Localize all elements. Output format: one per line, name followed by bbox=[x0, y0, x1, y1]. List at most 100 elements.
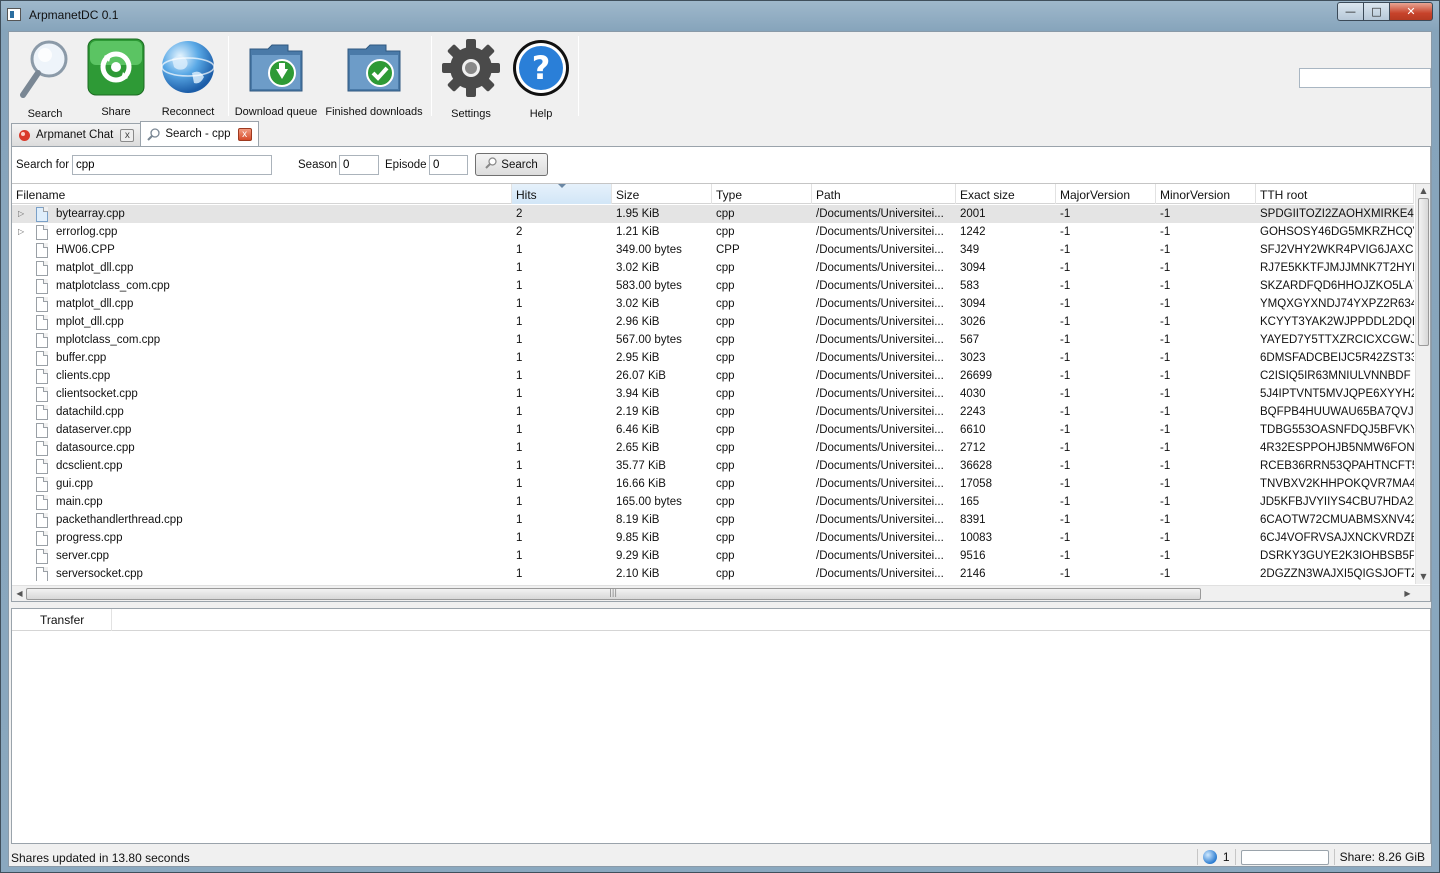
app-icon bbox=[7, 8, 21, 21]
minor-version-cell: -1 bbox=[1160, 514, 1171, 526]
size-cell: 26.07 KiB bbox=[616, 370, 666, 382]
column-header-hits[interactable]: Hits bbox=[512, 184, 612, 204]
table-row[interactable]: dataserver.cpp 1 6.46 KiB cpp/Documents/Uni… bbox=[12, 421, 1414, 439]
minor-version-cell: -1 bbox=[1160, 496, 1171, 508]
svg-text:?: ? bbox=[532, 49, 551, 87]
episode-label: Episode bbox=[385, 159, 427, 171]
minimize-button[interactable]: — bbox=[1337, 2, 1363, 21]
exact-size-cell: 3094 bbox=[960, 298, 986, 310]
app-window: ArpmanetDC 0.1 — □ ✕ Search Share Reconn… bbox=[0, 0, 1440, 873]
share-toolbar-button[interactable]: Share bbox=[81, 32, 151, 118]
scroll-down-arrow-icon[interactable]: ▼ bbox=[1416, 570, 1430, 584]
hits-cell: 1 bbox=[516, 352, 523, 364]
file-icon bbox=[36, 314, 48, 330]
type-cell: cpp bbox=[716, 208, 735, 220]
table-row[interactable]: packethandlerthread.cpp 1 8.19 KiB cpp/Docu… bbox=[12, 511, 1414, 529]
file-icon bbox=[36, 548, 48, 564]
table-row[interactable]: mplot_dll.cpp 1 2.96 KiB cpp/Documents/Univ… bbox=[12, 313, 1414, 331]
close-tab-button[interactable]: x bbox=[120, 128, 135, 142]
scroll-up-arrow-icon[interactable]: ▲ bbox=[1416, 184, 1430, 198]
tab-search-cpp[interactable]: Search - cpp x bbox=[140, 121, 259, 146]
table-row[interactable]: ▷ bytearray.cpp 2 1.95 KiB cpp/Documents/Uni… bbox=[12, 205, 1414, 223]
expand-arrow-icon[interactable]: ▷ bbox=[18, 223, 30, 241]
path-cell: /Documents/Universitei... bbox=[816, 550, 944, 562]
table-row[interactable]: matplot_dll.cpp 1 3.02 KiB cpp/Documents/Un… bbox=[12, 295, 1414, 313]
expand-arrow-icon[interactable]: ▷ bbox=[18, 205, 30, 223]
column-header-major-version[interactable]: MajorVersion bbox=[1056, 184, 1156, 204]
table-row[interactable]: progress.cpp 1 9.85 KiB cpp/Documents/Unive… bbox=[12, 529, 1414, 547]
search-query-input[interactable] bbox=[72, 155, 272, 175]
table-row[interactable]: dcsclient.cpp 1 35.77 KiB cpp/Documents/Uni… bbox=[12, 457, 1414, 475]
major-version-cell: -1 bbox=[1060, 280, 1071, 292]
size-cell: 16.66 KiB bbox=[616, 478, 666, 490]
table-row[interactable]: HW06.CPP 1 349.00 bytes CPP/Documents/Unive… bbox=[12, 241, 1414, 259]
scroll-left-arrow-icon[interactable]: ◀ bbox=[12, 587, 27, 601]
close-tab-button[interactable]: x bbox=[237, 127, 252, 141]
finished-downloads-toolbar-button[interactable]: Finished downloads bbox=[320, 32, 428, 118]
table-row[interactable]: serversocket.cpp 1 2.10 KiB cpp/Documents/U… bbox=[12, 565, 1414, 581]
transfer-header: Transfer bbox=[12, 609, 1430, 631]
column-header-transfer[interactable]: Transfer bbox=[12, 609, 112, 631]
path-cell: /Documents/Universitei... bbox=[816, 226, 944, 238]
column-header-minor-version[interactable]: MinorVersion bbox=[1156, 184, 1256, 204]
tth-root-cell: C2ISIQ5IR63MNIULVNNBDF bbox=[1260, 370, 1411, 382]
type-cell: cpp bbox=[716, 226, 735, 238]
tth-root-cell: 5J4IPTVNT5MVJQPE6XYYH24 bbox=[1260, 388, 1414, 400]
search-button[interactable]: Search bbox=[475, 153, 548, 176]
title-bar[interactable]: ArpmanetDC 0.1 — □ ✕ bbox=[1, 1, 1439, 31]
reconnect-toolbar-button[interactable]: Reconnect bbox=[151, 32, 225, 118]
file-icon bbox=[36, 332, 48, 348]
progress-bar bbox=[1240, 849, 1329, 865]
filename-text: packethandlerthread.cpp bbox=[56, 514, 183, 526]
table-row[interactable]: main.cpp 1 165.00 bytes cpp/Documents/Unive… bbox=[12, 493, 1414, 511]
tth-root-cell: 6CJ4VOFRVSAJXNCKVRDZBZ bbox=[1260, 532, 1414, 544]
vertical-scrollbar[interactable]: ▲ ▼ bbox=[1415, 184, 1430, 584]
horizontal-scrollbar[interactable]: ◀ ||| ▶ bbox=[12, 585, 1430, 601]
column-header-filename[interactable]: Filename bbox=[12, 184, 512, 204]
season-input[interactable] bbox=[339, 155, 379, 175]
path-cell: /Documents/Universitei... bbox=[816, 370, 944, 382]
tab-arpmanet-chat[interactable]: Arpmanet Chat x bbox=[11, 123, 142, 146]
folder-download-icon bbox=[246, 38, 306, 96]
column-header-exact-size[interactable]: Exact size bbox=[956, 184, 1056, 204]
column-header-tth-root[interactable]: TTH root bbox=[1256, 184, 1414, 204]
type-cell: cpp bbox=[716, 406, 735, 418]
episode-input[interactable] bbox=[429, 155, 468, 175]
quick-search-input[interactable] bbox=[1299, 68, 1431, 88]
close-window-button[interactable]: ✕ bbox=[1389, 2, 1433, 21]
vertical-scroll-thumb[interactable] bbox=[1418, 198, 1429, 346]
column-header-path[interactable]: Path bbox=[812, 184, 956, 204]
exact-size-cell: 2712 bbox=[960, 442, 986, 454]
minor-version-cell: -1 bbox=[1160, 244, 1171, 256]
search-toolbar-button[interactable]: Search bbox=[9, 32, 81, 120]
table-row[interactable]: buffer.cpp 1 2.95 KiB cpp/Documents/Univers… bbox=[12, 349, 1414, 367]
tth-root-cell: RCEB36RRN53QPAHTNCFT5I bbox=[1260, 460, 1414, 472]
maximize-button[interactable]: □ bbox=[1363, 2, 1389, 21]
table-row[interactable]: mplotclass_com.cpp 1 567.00 bytes cpp/Docum… bbox=[12, 331, 1414, 349]
hits-cell: 1 bbox=[516, 550, 523, 562]
table-row[interactable]: ▷ errorlog.cpp 2 1.21 KiB cpp/Documents/Univ… bbox=[12, 223, 1414, 241]
hits-cell: 1 bbox=[516, 298, 523, 310]
column-header-size[interactable]: Size bbox=[612, 184, 712, 204]
tth-root-cell: JD5KFBJVYIIYS4CBU7HDA2AE bbox=[1260, 496, 1414, 508]
exact-size-cell: 583 bbox=[960, 280, 980, 292]
toolbar-separator bbox=[431, 36, 432, 116]
search-tab-pane: Search for Season Episode Search Filenam… bbox=[11, 146, 1431, 602]
search-button-label: Search bbox=[501, 158, 538, 171]
settings-toolbar-button[interactable]: Settings bbox=[435, 32, 507, 120]
table-row[interactable]: datasource.cpp 1 2.65 KiB cpp/Documents/Uni… bbox=[12, 439, 1414, 457]
column-header-type[interactable]: Type bbox=[712, 184, 812, 204]
scroll-right-arrow-icon[interactable]: ▶ bbox=[1400, 587, 1415, 601]
exact-size-cell: 8391 bbox=[960, 514, 986, 526]
table-row[interactable]: matplotclass_com.cpp 1 583.00 bytes cpp/Doc… bbox=[12, 277, 1414, 295]
type-cell: cpp bbox=[716, 532, 735, 544]
path-cell: /Documents/Universitei... bbox=[816, 262, 944, 274]
table-row[interactable]: clients.cpp 1 26.07 KiB cpp/Documents/Unive… bbox=[12, 367, 1414, 385]
help-toolbar-button[interactable]: ? Help bbox=[507, 32, 575, 120]
table-row[interactable]: server.cpp 1 9.29 KiB cpp/Documents/Univers… bbox=[12, 547, 1414, 565]
table-row[interactable]: matplot_dll.cpp 1 3.02 KiB cpp/Documents/Un… bbox=[12, 259, 1414, 277]
table-row[interactable]: datachild.cpp 1 2.19 KiB cpp/Documents/Univ… bbox=[12, 403, 1414, 421]
table-row[interactable]: clientsocket.cpp 1 3.94 KiB cpp/Documents/U… bbox=[12, 385, 1414, 403]
download-queue-toolbar-button[interactable]: Download queue bbox=[232, 32, 320, 118]
table-row[interactable]: gui.cpp 1 16.66 KiB cpp/Documents/Universit… bbox=[12, 475, 1414, 493]
